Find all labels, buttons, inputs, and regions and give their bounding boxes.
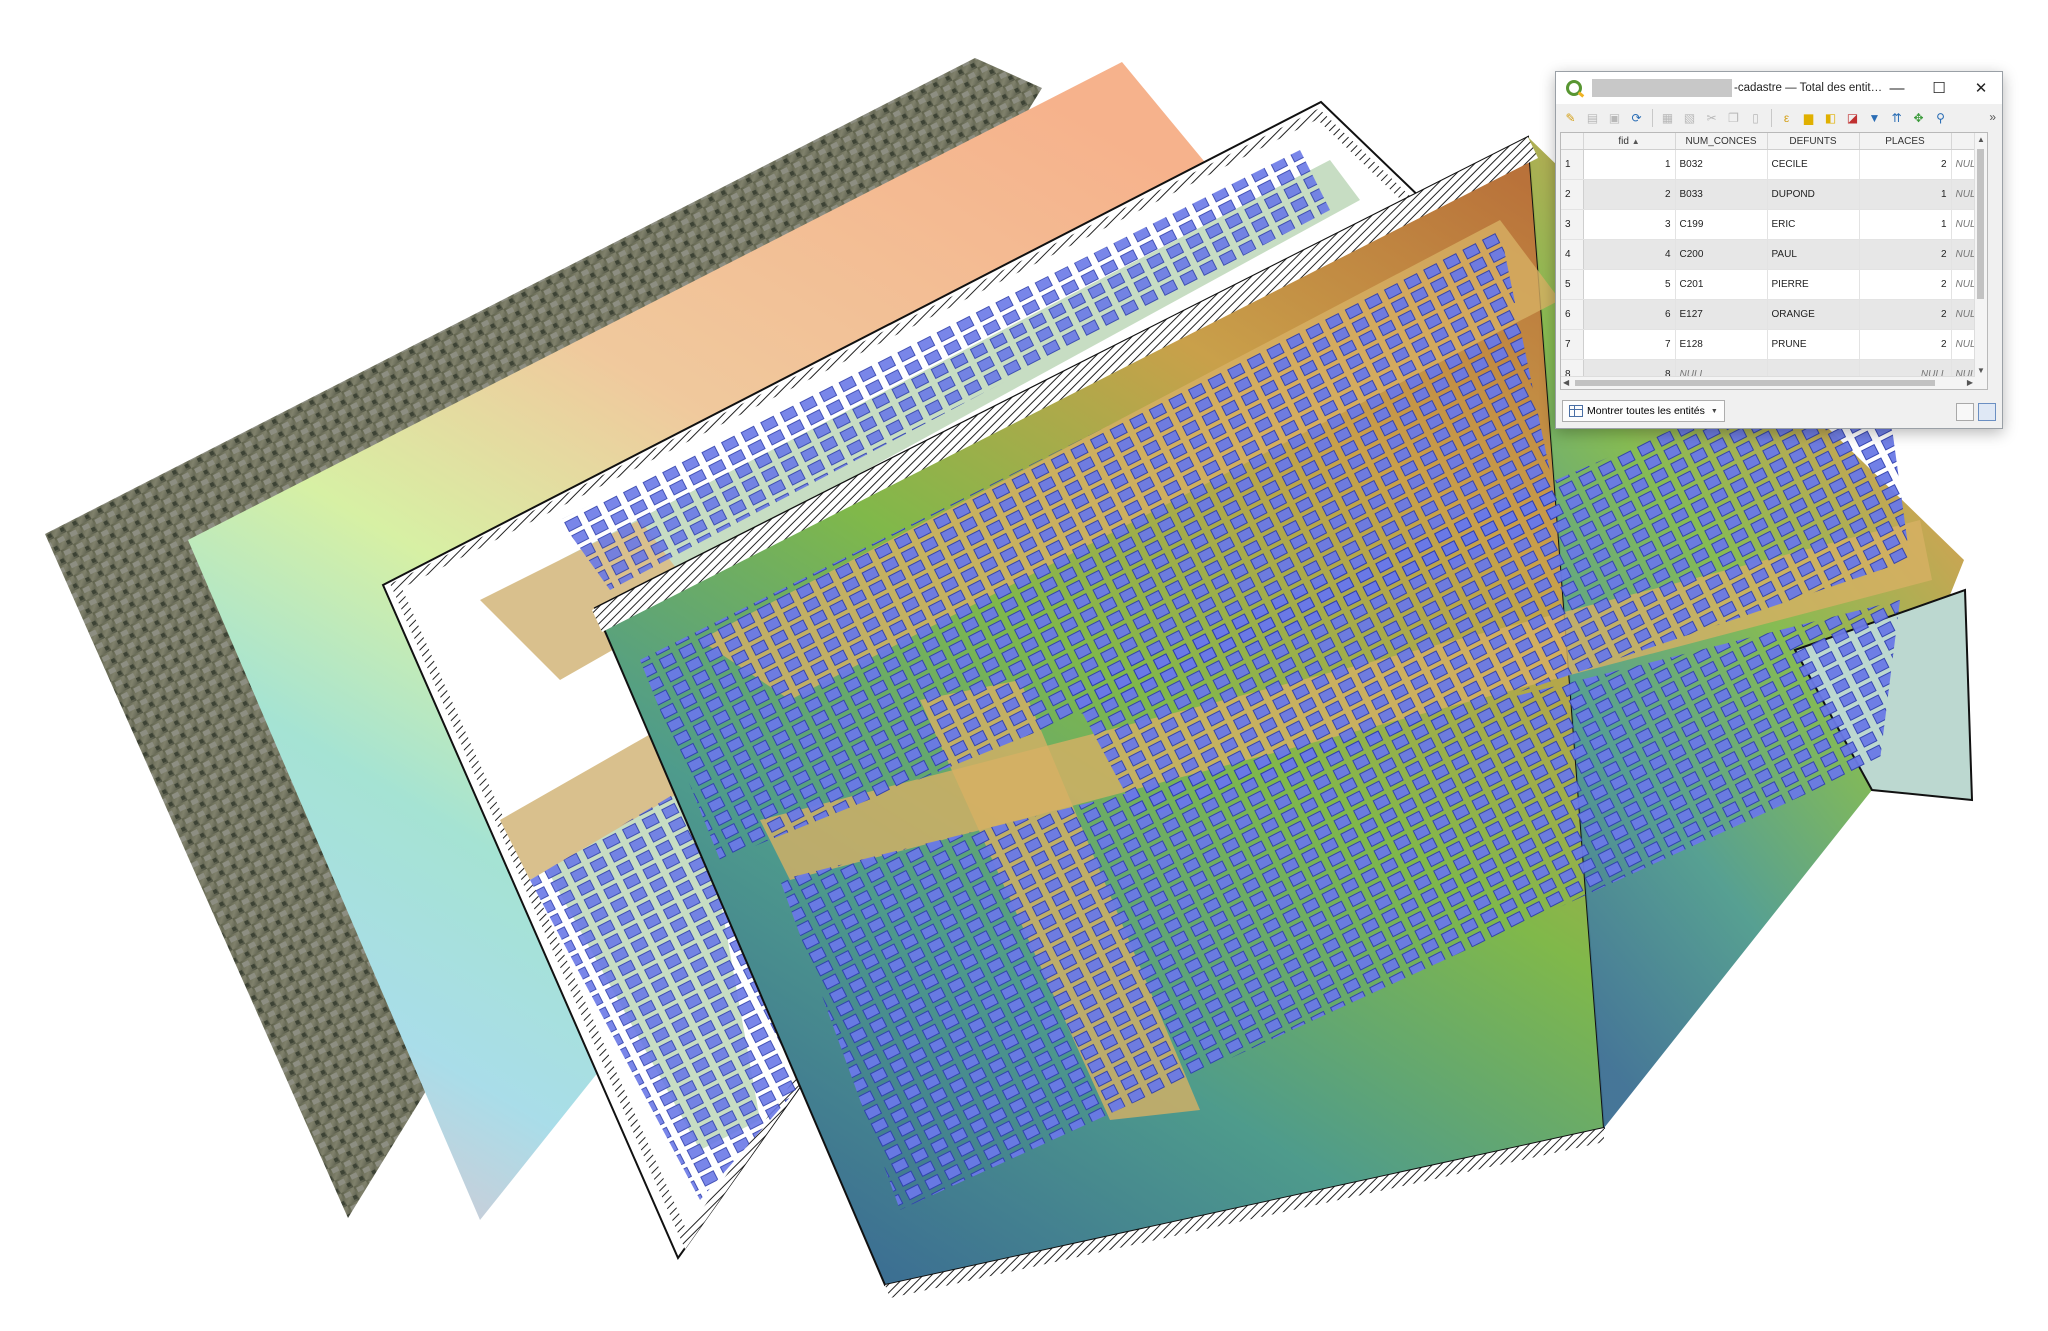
- table-icon: [1569, 405, 1583, 417]
- select-by-expression-icon[interactable]: ε: [1778, 110, 1795, 127]
- horizontal-scroll-thumb[interactable]: [1575, 380, 1935, 386]
- row-header[interactable]: 5: [1561, 269, 1584, 300]
- cell-places[interactable]: 2: [1859, 299, 1952, 330]
- form-view-button[interactable]: [1956, 403, 1974, 421]
- vertical-scrollbar[interactable]: ▲ ▼: [1974, 133, 1987, 389]
- deselect-all-icon[interactable]: ◪: [1844, 110, 1861, 127]
- table-row[interactable]: 7 7 E128 PRUNE 2 NULL: [1561, 329, 1987, 360]
- show-all-features-dropdown[interactable]: Montrer toutes les entités ▼: [1562, 400, 1725, 422]
- cell-fid[interactable]: 6: [1583, 299, 1676, 330]
- cell-defunts[interactable]: PRUNE: [1767, 329, 1860, 360]
- cell-num-conces[interactable]: E127: [1675, 299, 1768, 330]
- scroll-down-icon[interactable]: ▼: [1977, 366, 1985, 375]
- pan-to-selection-icon[interactable]: ✥: [1910, 110, 1927, 127]
- cell-places[interactable]: 2: [1859, 149, 1952, 180]
- reload-icon[interactable]: ⟳: [1628, 110, 1645, 127]
- table-row[interactable]: 6 6 E127 ORANGE 2 NULL: [1561, 299, 1987, 330]
- toolbar-more-icon[interactable]: »: [1989, 110, 1996, 124]
- row-header[interactable]: 1: [1561, 149, 1584, 180]
- cell-places[interactable]: 2: [1859, 239, 1952, 270]
- cell-fid[interactable]: 2: [1583, 179, 1676, 210]
- cell-fid[interactable]: 3: [1583, 209, 1676, 240]
- cell-fid[interactable]: 7: [1583, 329, 1676, 360]
- attribute-table-footer: Montrer toutes les entités ▼: [1556, 394, 2002, 428]
- cut-icon[interactable]: ✂: [1703, 110, 1720, 127]
- invert-selection-icon[interactable]: ◧: [1822, 110, 1839, 127]
- toggle-editing-icon[interactable]: ✎: [1562, 110, 1579, 127]
- column-header-places[interactable]: PLACES: [1859, 133, 1952, 150]
- cell-defunts[interactable]: ERIC: [1767, 209, 1860, 240]
- delete-feature-icon[interactable]: ▧: [1681, 110, 1698, 127]
- show-all-features-label: Montrer toutes les entités: [1587, 405, 1705, 417]
- zoom-to-selection-icon[interactable]: ⚲: [1932, 110, 1949, 127]
- cell-defunts[interactable]: DUPOND: [1767, 179, 1860, 210]
- row-header[interactable]: 6: [1561, 299, 1584, 330]
- scroll-up-icon[interactable]: ▲: [1977, 135, 1985, 144]
- window-title: -cadastre — Total des entit…: [1734, 82, 1883, 94]
- attribute-table-window: -cadastre — Total des entit… — ☐ ✕ ✎ ▤ ▣…: [1555, 71, 2003, 429]
- cell-num-conces[interactable]: B032: [1675, 149, 1768, 180]
- column-header-fid[interactable]: fid ▲: [1583, 133, 1676, 150]
- table-row[interactable]: 2 2 B033 DUPOND 1 NULL: [1561, 179, 1987, 210]
- cell-defunts[interactable]: ORANGE: [1767, 299, 1860, 330]
- save-edits-icon[interactable]: ▣: [1606, 110, 1623, 127]
- cell-defunts[interactable]: CECILE: [1767, 149, 1860, 180]
- select-all-icon[interactable]: ▆: [1800, 110, 1817, 127]
- maximize-button[interactable]: ☐: [1918, 72, 1960, 104]
- cell-places[interactable]: 1: [1859, 179, 1952, 210]
- title-bar: -cadastre — Total des entit… — ☐ ✕: [1556, 72, 2002, 104]
- copy-icon[interactable]: ❐: [1725, 110, 1742, 127]
- scroll-left-icon[interactable]: ◀: [1563, 378, 1569, 387]
- minimize-button[interactable]: —: [1876, 72, 1918, 104]
- move-selection-top-icon[interactable]: ⇈: [1888, 110, 1905, 127]
- row-header[interactable]: 7: [1561, 329, 1584, 360]
- table-row[interactable]: 5 5 C201 PIERRE 2 NULL: [1561, 269, 1987, 300]
- cell-fid[interactable]: 1: [1583, 149, 1676, 180]
- redacted-layer-name: [1592, 79, 1732, 97]
- close-button[interactable]: ✕: [1960, 72, 2002, 104]
- column-header-num-conces[interactable]: NUM_CONCES: [1675, 133, 1768, 150]
- add-feature-icon[interactable]: ▦: [1659, 110, 1676, 127]
- row-header[interactable]: 4: [1561, 239, 1584, 270]
- filter-icon[interactable]: ▼: [1866, 110, 1883, 127]
- cell-places[interactable]: 2: [1859, 269, 1952, 300]
- scroll-right-icon[interactable]: ▶: [1967, 378, 1973, 387]
- cell-defunts[interactable]: PAUL: [1767, 239, 1860, 270]
- cell-num-conces[interactable]: C200: [1675, 239, 1768, 270]
- qgis-logo-icon: [1566, 80, 1582, 96]
- table-row[interactable]: 1 1 B032 CECILE 2 NULL: [1561, 149, 1987, 180]
- cell-places[interactable]: 1: [1859, 209, 1952, 240]
- cell-num-conces[interactable]: B033: [1675, 179, 1768, 210]
- paste-icon[interactable]: ▯: [1747, 110, 1764, 127]
- table-view-button[interactable]: [1978, 403, 1996, 421]
- attribute-toolbar: ✎ ▤ ▣ ⟳ ▦ ▧ ✂ ❐ ▯ ε ▆ ◧ ◪ ▼ ⇈ ✥ ⚲ »: [1556, 104, 2002, 132]
- vertical-scroll-thumb[interactable]: [1977, 149, 1984, 299]
- cell-places[interactable]: 2: [1859, 329, 1952, 360]
- attribute-table: fid ▲ NUM_CONCES DEFUNTS PLACES 1 1 B032…: [1560, 132, 1988, 390]
- row-header[interactable]: 3: [1561, 209, 1584, 240]
- cell-defunts[interactable]: PIERRE: [1767, 269, 1860, 300]
- table-row[interactable]: 3 3 C199 ERIC 1 NULL: [1561, 209, 1987, 240]
- cell-num-conces[interactable]: C199: [1675, 209, 1768, 240]
- table-row[interactable]: 4 4 C200 PAUL 2 NULL: [1561, 239, 1987, 270]
- column-header-defunts[interactable]: DEFUNTS: [1767, 133, 1860, 150]
- cell-fid[interactable]: 4: [1583, 239, 1676, 270]
- row-header[interactable]: 2: [1561, 179, 1584, 210]
- cell-num-conces[interactable]: E128: [1675, 329, 1768, 360]
- cell-fid[interactable]: 5: [1583, 269, 1676, 300]
- multi-edit-icon[interactable]: ▤: [1584, 110, 1601, 127]
- horizontal-scrollbar[interactable]: ◀ ▶: [1561, 376, 1975, 389]
- dropdown-arrow-icon: ▼: [1710, 407, 1718, 415]
- cell-num-conces[interactable]: C201: [1675, 269, 1768, 300]
